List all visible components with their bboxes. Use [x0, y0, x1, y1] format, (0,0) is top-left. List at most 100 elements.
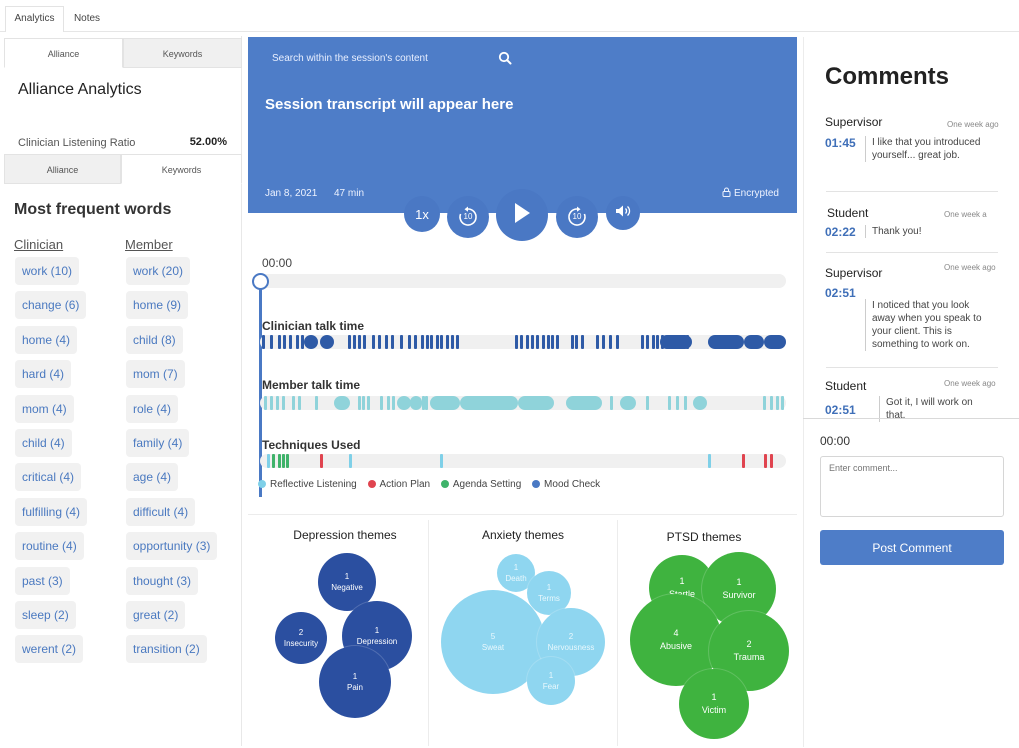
theme-count: 1	[374, 626, 380, 635]
theme-bubble[interactable]: 1 Victim	[679, 669, 749, 739]
comment-divider	[826, 252, 998, 253]
clinician-word-chip[interactable]: routine (4)	[15, 532, 84, 561]
playback-speed-button[interactable]: 1x	[404, 196, 440, 232]
member-word-chip[interactable]: age (4)	[126, 463, 179, 492]
clinician-talk-segment	[656, 335, 659, 349]
ptsd-themes-title: PTSD themes	[666, 530, 742, 544]
member-talk-segment	[367, 396, 370, 410]
search-icon[interactable]	[498, 51, 512, 70]
theme-bubble[interactable]: 2 Insecurity	[275, 612, 327, 664]
member-word-chip[interactable]: mom (7)	[126, 360, 185, 389]
clinician-word-chip[interactable]: hard (4)	[15, 360, 72, 389]
comment-input[interactable]	[820, 456, 1004, 517]
clinician-talk-segment	[296, 335, 299, 349]
comment-timestamp[interactable]: 02:22	[825, 225, 856, 239]
clinician-word-chip[interactable]: sleep (2)	[15, 601, 76, 629]
comments-title: Comments	[825, 63, 950, 90]
member-word-chip[interactable]: great (2)	[126, 601, 186, 629]
comment-timestamp[interactable]: 02:51	[825, 403, 856, 417]
comment-text: I like that you introduced yourself... g…	[865, 136, 993, 162]
clinician-word-chip[interactable]: fulfilling (4)	[15, 497, 88, 526]
theme-bubble[interactable]: 1 Fear	[527, 657, 575, 705]
clinician-word-chip[interactable]: mom (4)	[15, 394, 74, 423]
skip-forward-button[interactable]: 10	[556, 196, 598, 238]
clinician-word-chip[interactable]: past (3)	[15, 566, 70, 595]
clinician-talk-segment	[575, 335, 578, 349]
theme-bubble[interactable]: 1 Pain	[319, 646, 391, 718]
subtab-alliance-2[interactable]: Alliance	[4, 154, 121, 184]
legend-dot	[258, 480, 266, 488]
comment-author: Supervisor	[825, 115, 883, 129]
subtab-alliance[interactable]: Alliance	[4, 38, 123, 68]
comment-author: Supervisor	[825, 266, 883, 280]
clinician-word-chip[interactable]: child (4)	[15, 429, 72, 457]
member-word-chip[interactable]: home (9)	[126, 291, 189, 320]
member-talk-segment	[264, 396, 267, 410]
theme-label: Nervousness	[547, 643, 595, 652]
member-talk-segment	[362, 396, 365, 410]
comment-age: One week a	[944, 210, 987, 219]
theme-label: Fear	[542, 682, 560, 691]
rewind-10-icon: 10	[457, 206, 479, 228]
tab-notes[interactable]: Notes	[66, 6, 108, 32]
play-button[interactable]	[496, 189, 548, 241]
member-word-chip[interactable]: opportunity (3)	[126, 532, 218, 561]
theme-count: 1	[546, 583, 552, 592]
volume-button[interactable]	[606, 196, 640, 230]
transcript-search-input[interactable]: Search within the session's content	[272, 53, 428, 64]
theme-label: Survivor	[722, 590, 756, 600]
technique-marker	[764, 454, 767, 468]
subtab-keywords-2[interactable]: Keywords	[121, 154, 242, 184]
technique-marker	[278, 454, 281, 468]
legend-dot	[532, 480, 541, 488]
composer-divider	[803, 418, 1019, 419]
post-comment-button[interactable]: Post Comment	[820, 530, 1004, 565]
member-word-chip[interactable]: family (4)	[126, 429, 190, 457]
technique-marker	[320, 454, 323, 468]
volume-icon	[615, 204, 631, 223]
member-talk-segment	[620, 396, 636, 410]
legend-mood-check: Mood Check	[532, 479, 600, 490]
clinician-word-chip[interactable]: home (4)	[15, 325, 78, 354]
member-word-chip[interactable]: transition (2)	[126, 635, 207, 664]
technique-marker	[770, 454, 773, 468]
member-word-chip[interactable]: child (8)	[126, 325, 183, 354]
playback-progress-track[interactable]	[260, 274, 786, 288]
member-word-chip[interactable]: difficult (4)	[126, 497, 196, 526]
member-talk-segment	[668, 396, 671, 410]
lock-icon	[722, 187, 731, 199]
clinician-word-chip[interactable]: werent (2)	[15, 635, 84, 664]
comment-divider	[826, 367, 998, 368]
clinician-talk-segment	[446, 335, 449, 349]
comment-timestamp[interactable]: 02:51	[825, 286, 856, 300]
techniques-legend: Reflective Listening Action Plan Agenda …	[258, 479, 608, 490]
clinician-column-header: Clinician	[14, 237, 64, 252]
clinician-talk-segment	[571, 335, 574, 349]
tab-analytics[interactable]: Analytics	[5, 6, 64, 32]
member-talk-segment	[292, 396, 295, 410]
subtab-keywords[interactable]: Keywords	[123, 38, 242, 68]
member-talk-segment	[270, 396, 273, 410]
comment-timestamp[interactable]: 01:45	[825, 136, 856, 150]
alliance-analytics-title: Alliance Analytics	[18, 81, 142, 98]
clinician-talk-segment	[400, 335, 403, 349]
member-word-chip[interactable]: role (4)	[126, 394, 179, 423]
listening-ratio-label: Clinician Listening Ratio	[18, 137, 136, 149]
technique-marker	[267, 454, 270, 468]
clinician-talk-segment	[440, 335, 443, 349]
clinician-talk-segment	[421, 335, 424, 349]
member-word-chip[interactable]: thought (3)	[126, 566, 199, 595]
clinician-word-chip[interactable]: critical (4)	[15, 463, 82, 492]
clinician-word-chip[interactable]: work (10)	[15, 257, 80, 285]
clinician-talk-segment	[609, 335, 612, 349]
depression-themes-title: Depression themes	[293, 528, 397, 542]
transcript-placeholder: Session transcript will appear here	[265, 96, 514, 113]
playhead-handle[interactable]	[252, 273, 269, 290]
member-word-chip[interactable]: work (20)	[126, 257, 191, 285]
clinician-word-chip[interactable]: change (6)	[15, 291, 87, 320]
clinician-talk-segment	[764, 335, 786, 349]
theme-count: 1	[679, 576, 685, 586]
skip-back-button[interactable]: 10	[447, 196, 489, 238]
member-talk-segment	[460, 396, 518, 410]
member-talk-segment	[763, 396, 766, 410]
